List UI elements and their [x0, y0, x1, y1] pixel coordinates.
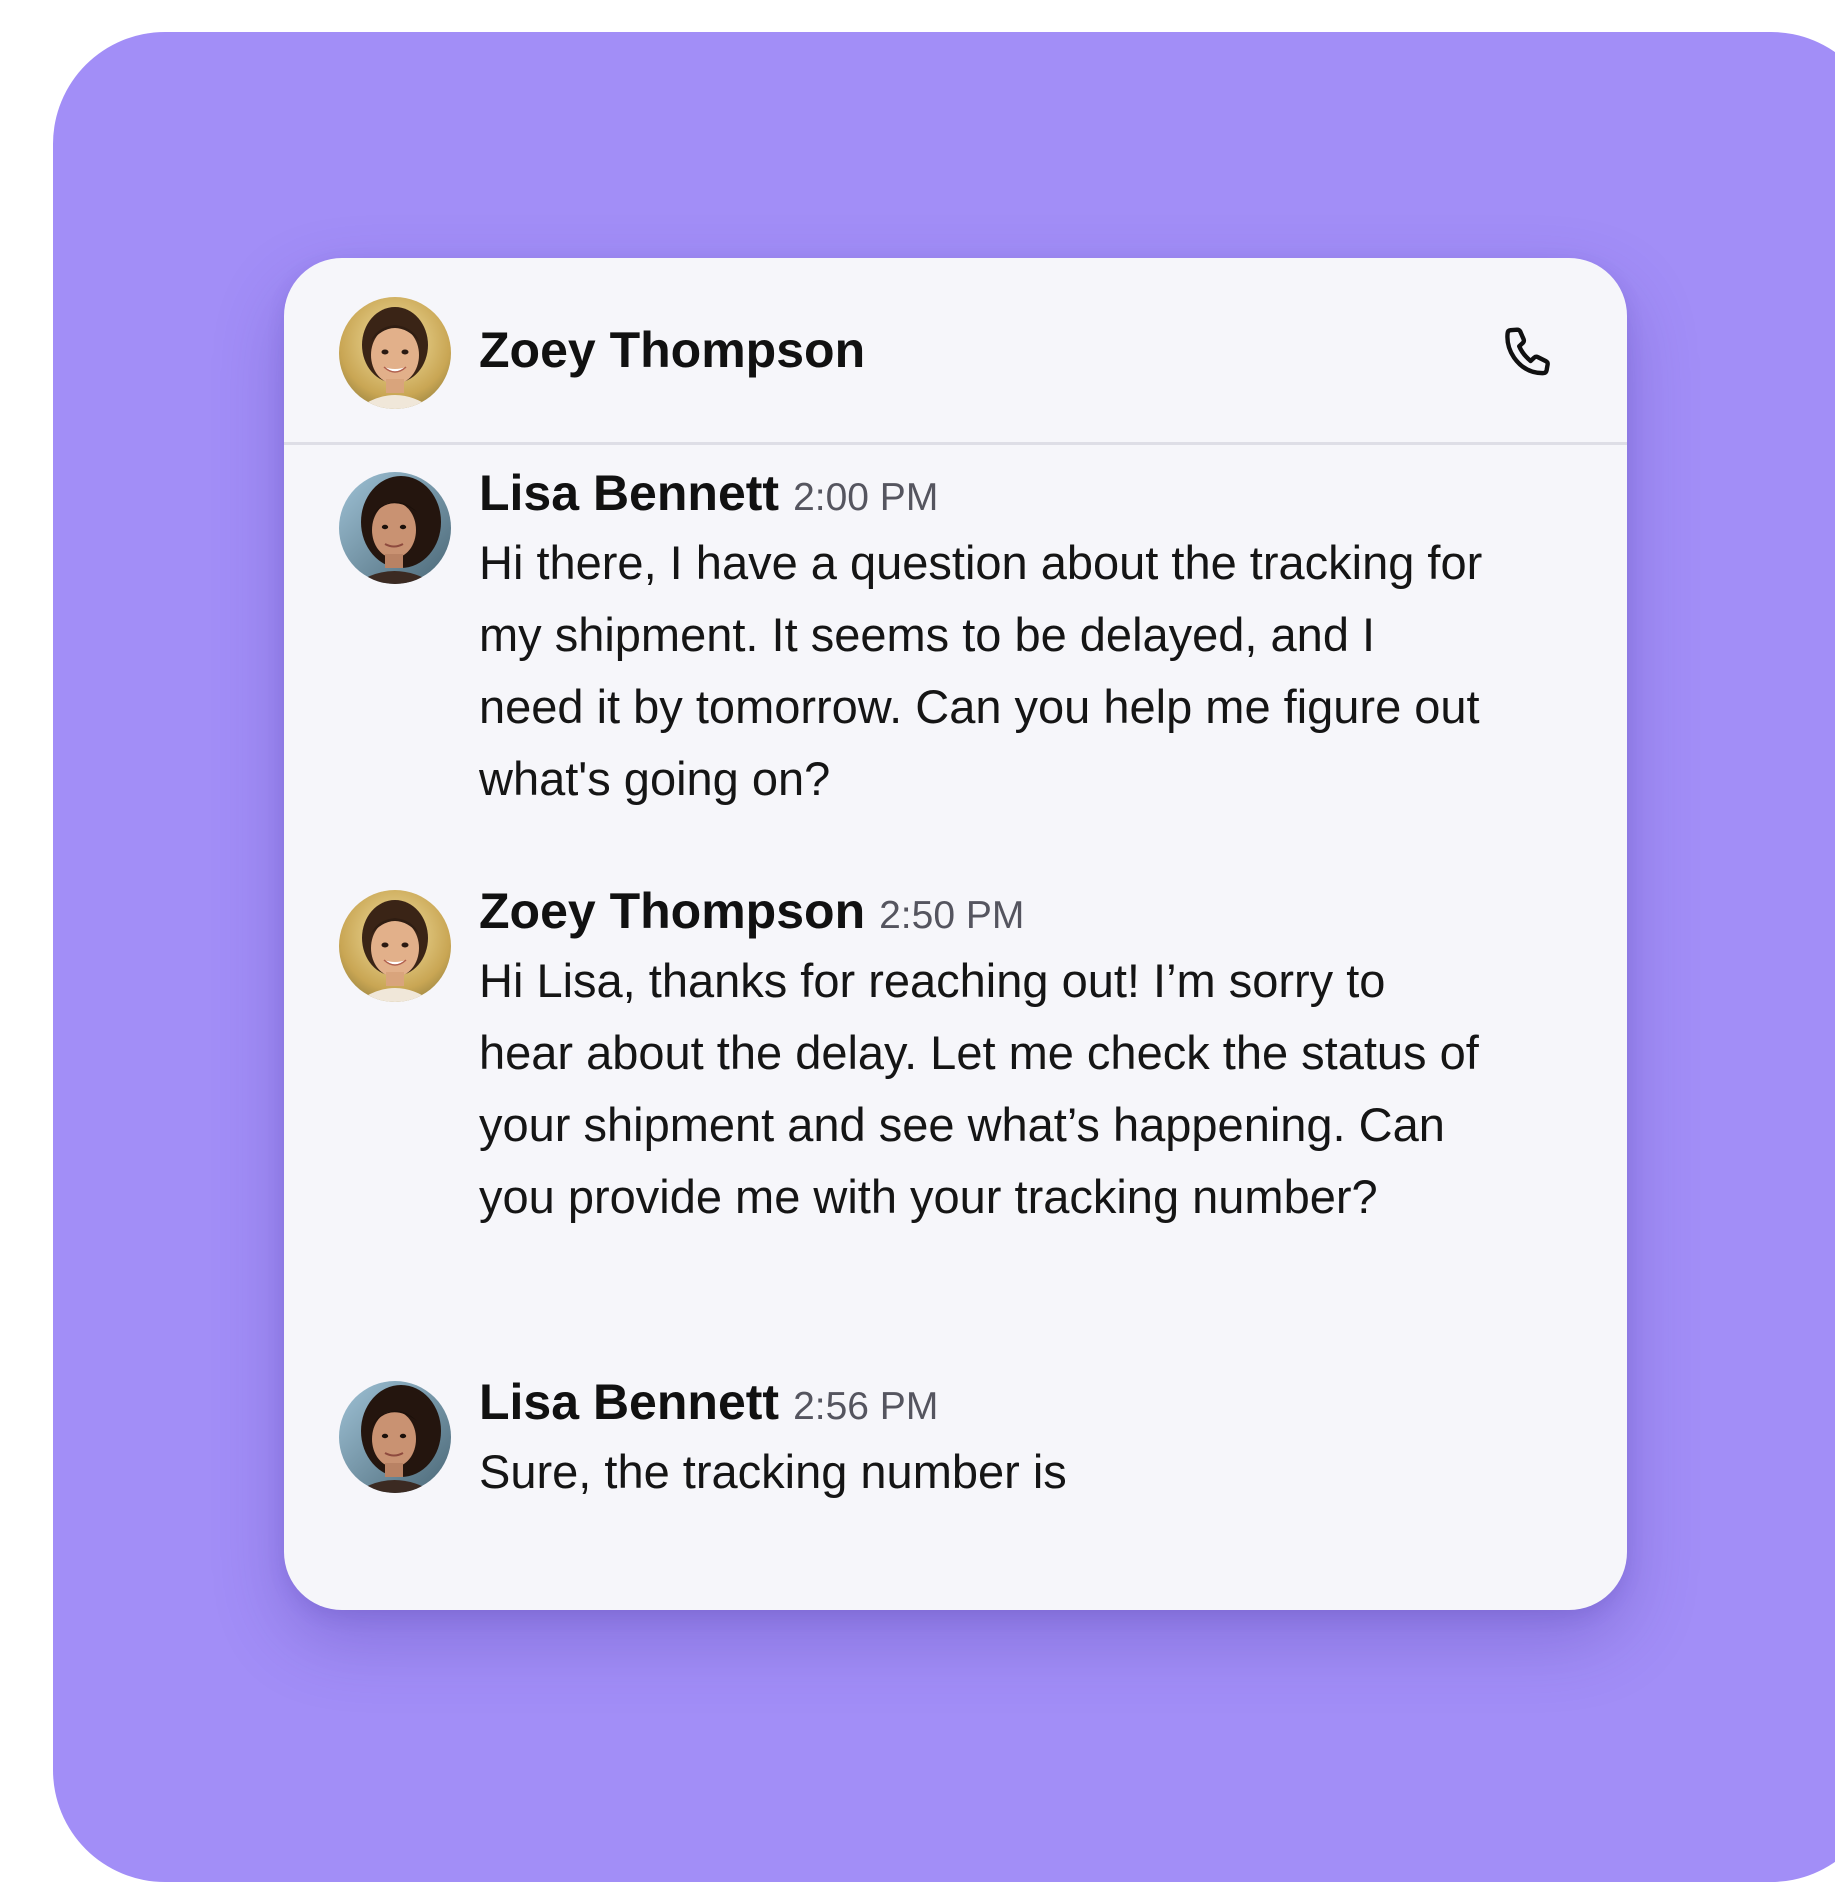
call-button[interactable]	[1492, 318, 1564, 390]
avatar-lisa-bennett[interactable]	[339, 1381, 451, 1493]
avatar-zoey-thompson[interactable]	[339, 297, 451, 409]
message-timestamp: 2:50 PM	[879, 894, 1025, 937]
avatar-zoey-thompson[interactable]	[339, 890, 451, 1002]
chat-header: Zoey Thompson	[284, 258, 1627, 445]
message-timestamp: 2:56 PM	[793, 1385, 939, 1428]
sender-name: Lisa Bennett	[479, 465, 780, 521]
avatar-lisa-bennett[interactable]	[339, 472, 451, 584]
message-header: Lisa Bennett 2:00 PM	[479, 463, 938, 523]
message-text: Hi Lisa, thanks for reaching out! I’m so…	[479, 954, 1479, 1223]
chat-window: Zoey Thompson Lisa Bennett 2:00 PM Hi th…	[284, 258, 1627, 1610]
message-timestamp: 2:00 PM	[793, 476, 939, 519]
message-text: Sure, the tracking number is	[479, 1445, 1067, 1498]
contact-name: Zoey Thompson	[479, 322, 866, 378]
sender-name: Zoey Thompson	[479, 883, 866, 939]
sender-name: Lisa Bennett	[479, 1374, 780, 1430]
phone-icon	[1505, 327, 1550, 376]
message-header: Lisa Bennett 2:56 PM	[479, 1372, 938, 1432]
message-text: Hi there, I have a question about the tr…	[479, 536, 1483, 805]
message-header: Zoey Thompson 2:50 PM	[479, 881, 1024, 941]
